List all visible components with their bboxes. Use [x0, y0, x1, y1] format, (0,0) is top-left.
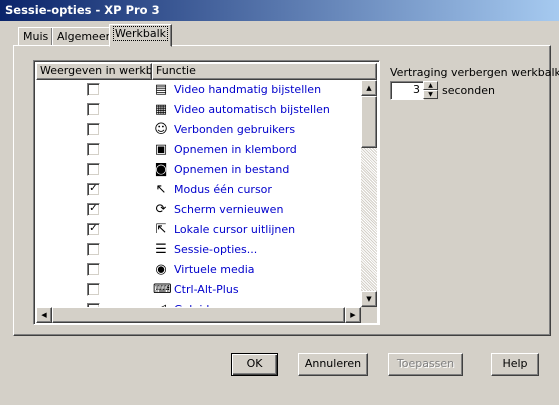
list-item[interactable]: ☰ Sessie-opties... — [36, 240, 361, 260]
toolbar-functions-list[interactable]: Weergeven in werkb... Functie ▤ Video han… — [33, 60, 380, 325]
ctrl-alt-del-icon: ⌨ — [153, 282, 172, 297]
show-checkbox[interactable] — [87, 243, 100, 256]
clipboard-camera-icon: ▣ — [154, 142, 168, 157]
show-checkbox[interactable] — [87, 103, 100, 116]
video-auto-icon: ▦ — [154, 102, 168, 117]
list-item[interactable]: ◉ Virtuele media — [36, 260, 361, 280]
window-title: Sessie-opties - XP Pro 3 — [5, 3, 160, 17]
scroll-down-button[interactable]: ▼ — [361, 291, 377, 307]
vertical-scrollbar[interactable]: ▲ ▼ — [361, 80, 377, 307]
virtual-media-icon: ◉ — [155, 262, 167, 277]
show-checkbox[interactable] — [87, 83, 100, 96]
tab-muis[interactable]: Muis — [18, 27, 54, 46]
list-item[interactable]: ✓ ⟳ Scherm vernieuwen — [36, 200, 361, 220]
hide-delay-label: Vertraging verbergen werkbalk — [390, 66, 559, 79]
list-item[interactable]: ◙ Opnemen in bestand — [36, 160, 361, 180]
hide-delay-input[interactable]: 3 — [390, 81, 424, 100]
file-camera-icon: ◙ — [154, 162, 168, 177]
scroll-up-button[interactable]: ▲ — [361, 80, 377, 96]
refresh-screen-icon: ⟳ — [155, 202, 167, 217]
video-manual-icon: ▤ — [154, 82, 168, 97]
list-header: Weergeven in werkb... Functie — [36, 63, 377, 80]
show-checkbox[interactable] — [87, 123, 100, 136]
vertical-scroll-thumb[interactable] — [361, 96, 377, 148]
show-checkbox[interactable] — [87, 283, 100, 296]
function-label: Ctrl-Alt-Plus — [174, 283, 239, 296]
function-label: Video automatisch bijstellen — [174, 103, 330, 116]
list-item[interactable]: ✓ ⇱ Lokale cursor uitlijnen — [36, 220, 361, 240]
apply-button[interactable]: Toepassen — [388, 353, 463, 376]
function-label: Scherm vernieuwen — [174, 203, 284, 216]
users-icon: ☺ — [154, 122, 168, 137]
show-checkbox[interactable]: ✓ — [87, 203, 100, 216]
show-checkbox[interactable]: ✓ — [87, 183, 100, 196]
ok-button[interactable]: OK — [231, 353, 278, 376]
seconds-unit-label: seconden — [442, 84, 495, 97]
spin-down-button[interactable]: ▼ — [423, 90, 438, 99]
list-item[interactable]: ▦ Video automatisch bijstellen — [36, 100, 361, 120]
tab-label: Werkbalk — [112, 26, 169, 41]
function-label: Virtuele media — [174, 263, 255, 276]
scrollbar-corner — [361, 307, 377, 323]
tab-algemeen[interactable]: Algemeen — [52, 27, 118, 46]
tab-label: Algemeen — [57, 30, 113, 43]
window-title-bar: Sessie-opties - XP Pro 3 — [0, 0, 559, 21]
tab-werkbalk[interactable]: Werkbalk — [109, 24, 173, 47]
list-item[interactable]: ◁Geluid... — [36, 300, 361, 307]
session-options-icon: ☰ — [155, 242, 167, 257]
function-label: Video handmatig bijstellen — [174, 83, 322, 96]
function-label: Opnemen in bestand — [174, 163, 290, 176]
show-checkbox[interactable] — [87, 143, 100, 156]
function-label: Modus één cursor — [174, 183, 272, 196]
list-item[interactable]: ▣ Opnemen in klembord — [36, 140, 361, 160]
horizontal-scrollbar[interactable]: ◀ ▶ — [36, 307, 361, 323]
column-header-function[interactable]: Functie — [152, 63, 377, 80]
list-item[interactable]: ☺ Verbonden gebruikers — [36, 120, 361, 140]
horizontal-scroll-thumb[interactable] — [52, 307, 345, 323]
show-checkbox[interactable] — [87, 263, 100, 276]
list-item[interactable]: ✓ ↖ Modus één cursor — [36, 180, 361, 200]
column-header-show[interactable]: Weergeven in werkb... — [36, 63, 152, 80]
show-checkbox[interactable]: ✓ — [87, 223, 100, 236]
scroll-right-button[interactable]: ▶ — [345, 307, 361, 323]
cancel-button[interactable]: Annuleren — [298, 353, 368, 376]
list-item[interactable]: ⌨ Ctrl-Alt-Plus — [36, 280, 361, 300]
show-checkbox[interactable] — [87, 163, 100, 176]
single-cursor-icon: ↖ — [155, 182, 167, 197]
function-label: Verbonden gebruikers — [174, 123, 296, 136]
align-cursor-icon: ⇱ — [155, 222, 167, 237]
list-rows: ▤ Video handmatig bijstellen ▦ Video automa… — [36, 80, 361, 307]
hide-delay-spinner[interactable]: ▲ ▼ — [423, 81, 438, 100]
function-label: Sessie-opties... — [174, 243, 258, 256]
spin-up-button[interactable]: ▲ — [423, 81, 438, 90]
list-item[interactable]: ▤ Video handmatig bijstellen — [36, 80, 361, 100]
help-button[interactable]: Help — [491, 353, 539, 376]
function-label: Lokale cursor uitlijnen — [174, 223, 296, 236]
function-label: Opnemen in klembord — [174, 143, 297, 156]
tab-label: Muis — [23, 30, 49, 43]
scroll-left-button[interactable]: ◀ — [36, 307, 52, 323]
